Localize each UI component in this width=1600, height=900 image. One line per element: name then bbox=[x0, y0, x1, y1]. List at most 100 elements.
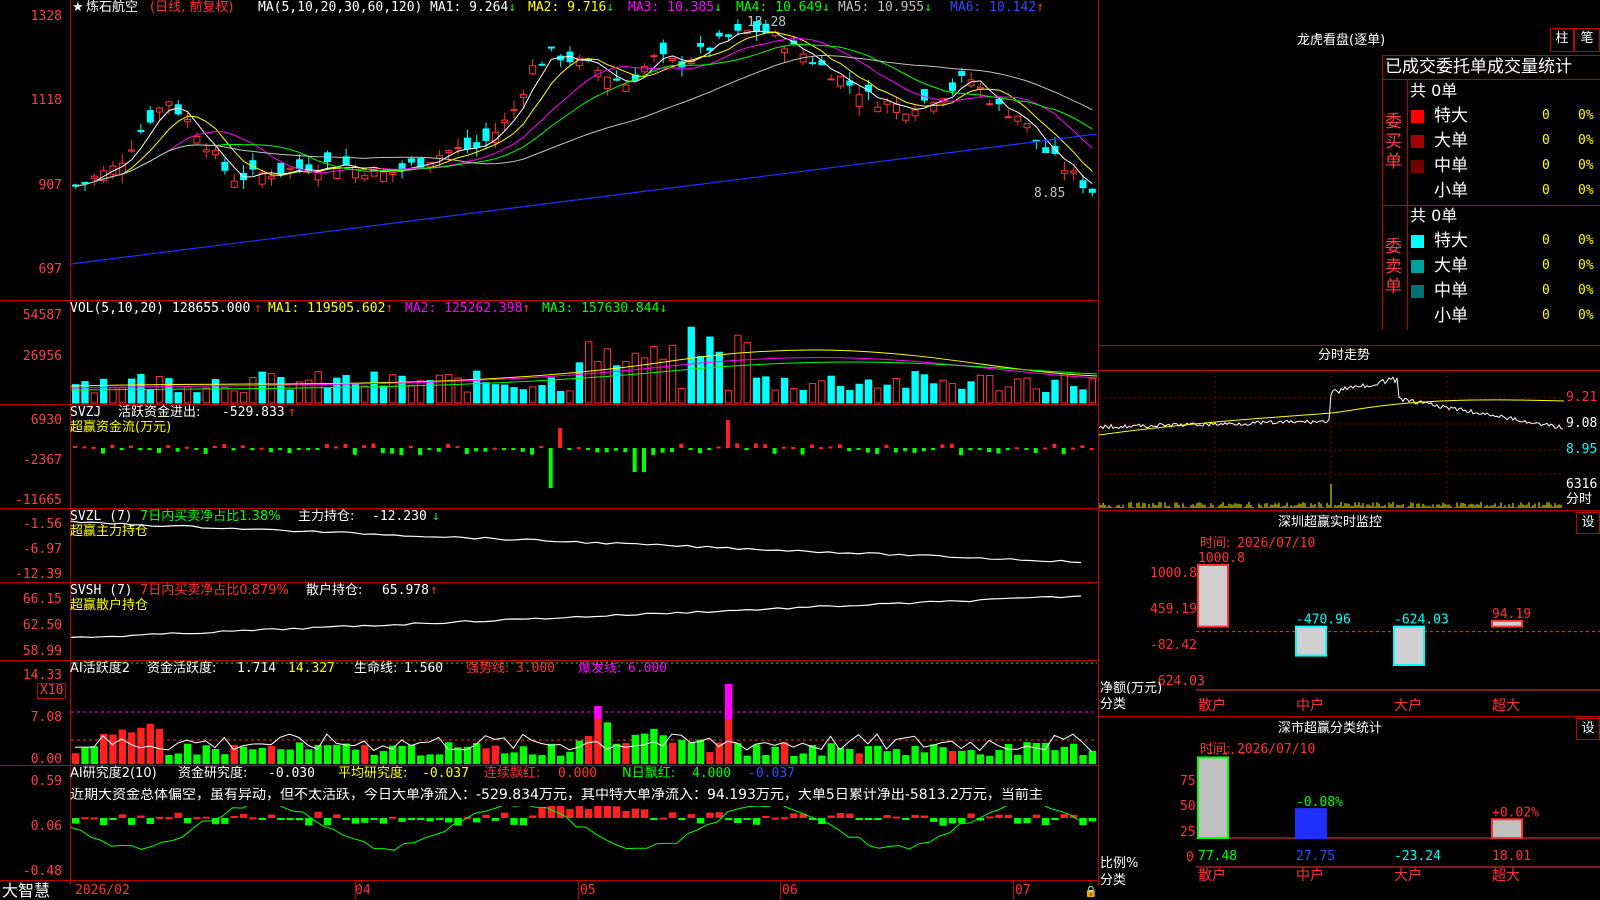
net-amount-bar-chart[interactable]: 1000.8 散户 -470.96 中户 -624.03 大户 94.19 超大 bbox=[1196, 545, 1600, 715]
research-bar bbox=[165, 817, 173, 820]
tab-volume-stats[interactable]: 成交量统计 bbox=[1487, 57, 1572, 77]
research-bar bbox=[155, 816, 164, 819]
active-bar bbox=[818, 755, 826, 764]
candlestick-chart[interactable] bbox=[71, 16, 1097, 300]
main-holding-chart[interactable] bbox=[71, 508, 1097, 582]
favorite-star-icon[interactable]: ★ bbox=[72, 1, 84, 15]
volume-bar bbox=[249, 376, 257, 404]
monitor-tick: 1000.8 bbox=[1150, 566, 1197, 581]
ai-research-chart[interactable] bbox=[71, 806, 1097, 880]
candle-body bbox=[398, 163, 406, 170]
candle-body bbox=[538, 63, 546, 66]
ai-active-chart[interactable] bbox=[71, 660, 1097, 765]
active-bar bbox=[995, 749, 1003, 764]
volume-bar bbox=[976, 374, 985, 404]
ratio-bar-chart[interactable]: +0.17% 77.48 散户 -0.08% 27.75 中户 -23.24 大户 +0.02%… bbox=[1196, 752, 1600, 900]
candle-body bbox=[333, 167, 341, 180]
active-bar bbox=[407, 744, 416, 764]
research-bar bbox=[911, 814, 919, 818]
ai-research-comment: 近期大资金总体偏空，虽有异动，但不太活跃，今日大单净流入：-529.834万元，… bbox=[70, 788, 1043, 802]
candle-body bbox=[137, 129, 145, 133]
active-bar bbox=[81, 747, 89, 764]
volume-bar bbox=[846, 389, 854, 404]
volume-bar bbox=[501, 384, 509, 404]
active-bar bbox=[482, 748, 490, 764]
ratio-value-label: 77.48 bbox=[1198, 849, 1237, 864]
research-bar bbox=[473, 818, 481, 823]
active-bar bbox=[668, 742, 677, 764]
volume-bar bbox=[193, 392, 201, 404]
flow-bar bbox=[147, 448, 152, 450]
research-bar bbox=[771, 817, 779, 820]
flow-bar bbox=[539, 445, 544, 448]
lock-icon[interactable]: 🔒 bbox=[1084, 885, 1098, 898]
candle-body bbox=[202, 149, 210, 153]
volume-chart[interactable] bbox=[71, 316, 1097, 404]
flow-bar bbox=[763, 444, 768, 448]
flow-bar bbox=[530, 448, 535, 455]
bar-view-button[interactable]: 柱 bbox=[1550, 28, 1574, 52]
volume-bar bbox=[1032, 388, 1041, 404]
research-bar bbox=[724, 818, 733, 821]
research-bar bbox=[678, 818, 686, 820]
active-bar bbox=[612, 743, 621, 764]
tab-orders[interactable]: 委托单 bbox=[1436, 57, 1487, 77]
flow-bar bbox=[436, 448, 441, 452]
active-bar bbox=[836, 747, 845, 764]
chart-mode[interactable]: (日线, 前复权) bbox=[150, 1, 233, 15]
candle-body bbox=[463, 137, 471, 150]
candle-body bbox=[641, 66, 649, 73]
active-bar bbox=[780, 742, 789, 764]
ai-active-axis: 14.33 7.08 0.00 bbox=[0, 660, 70, 767]
research-bar bbox=[1014, 818, 1022, 824]
volume-bar bbox=[1014, 378, 1022, 404]
candle-body bbox=[603, 76, 611, 89]
flow-bar bbox=[362, 445, 367, 448]
intraday-chart[interactable] bbox=[1099, 371, 1564, 509]
classify-tick: 75 bbox=[1180, 774, 1196, 789]
monitor-bar-label: -624.03 bbox=[1394, 613, 1449, 628]
flow-bar bbox=[996, 448, 1001, 454]
monitor-settings-button[interactable]: 设 bbox=[1576, 512, 1600, 534]
sell-side-label: 委卖单 bbox=[1385, 237, 1402, 297]
fund-flow-chart[interactable] bbox=[71, 404, 1097, 508]
candle-body bbox=[725, 34, 733, 37]
volume-bar bbox=[808, 383, 817, 404]
research-bar bbox=[146, 818, 154, 825]
flow-bar bbox=[959, 448, 964, 456]
volume-bar bbox=[435, 374, 444, 404]
volume-bar bbox=[370, 371, 378, 404]
candle-body bbox=[473, 142, 481, 148]
active-bar bbox=[902, 755, 910, 764]
active-bar bbox=[72, 753, 80, 764]
volume-bar bbox=[920, 374, 929, 404]
order-size-name: 中单 bbox=[1434, 281, 1468, 301]
date-tick: 07 bbox=[1015, 883, 1031, 898]
ratio-change-label: +0.17% bbox=[1198, 752, 1245, 758]
active-bar bbox=[202, 745, 210, 764]
research-bar bbox=[230, 816, 238, 819]
monitor-bar bbox=[1295, 625, 1327, 657]
flow-bar bbox=[1061, 448, 1066, 455]
flow-bar bbox=[100, 448, 105, 454]
monitor-bar-label: -470.96 bbox=[1296, 613, 1351, 628]
flow-bar bbox=[287, 448, 292, 454]
research-bar bbox=[687, 814, 695, 818]
active-bar bbox=[771, 746, 779, 764]
volume-bar bbox=[1070, 386, 1078, 404]
flow-bar bbox=[128, 445, 133, 448]
research-bar bbox=[183, 818, 192, 824]
color-swatch bbox=[1411, 135, 1424, 148]
active-bar bbox=[146, 723, 154, 764]
active-bar bbox=[892, 749, 901, 764]
active-bar bbox=[948, 750, 957, 764]
flow-bar bbox=[586, 448, 590, 450]
tick-view-button[interactable]: 笔 bbox=[1574, 28, 1600, 52]
active-bar bbox=[911, 746, 919, 764]
tab-filled[interactable]: 已成交 bbox=[1385, 57, 1436, 77]
retail-holding-chart[interactable] bbox=[71, 582, 1097, 660]
active-bar bbox=[1088, 750, 1096, 764]
classify-settings-button[interactable]: 设 bbox=[1576, 718, 1600, 740]
research-bar bbox=[762, 815, 770, 818]
research-bar bbox=[379, 818, 388, 824]
